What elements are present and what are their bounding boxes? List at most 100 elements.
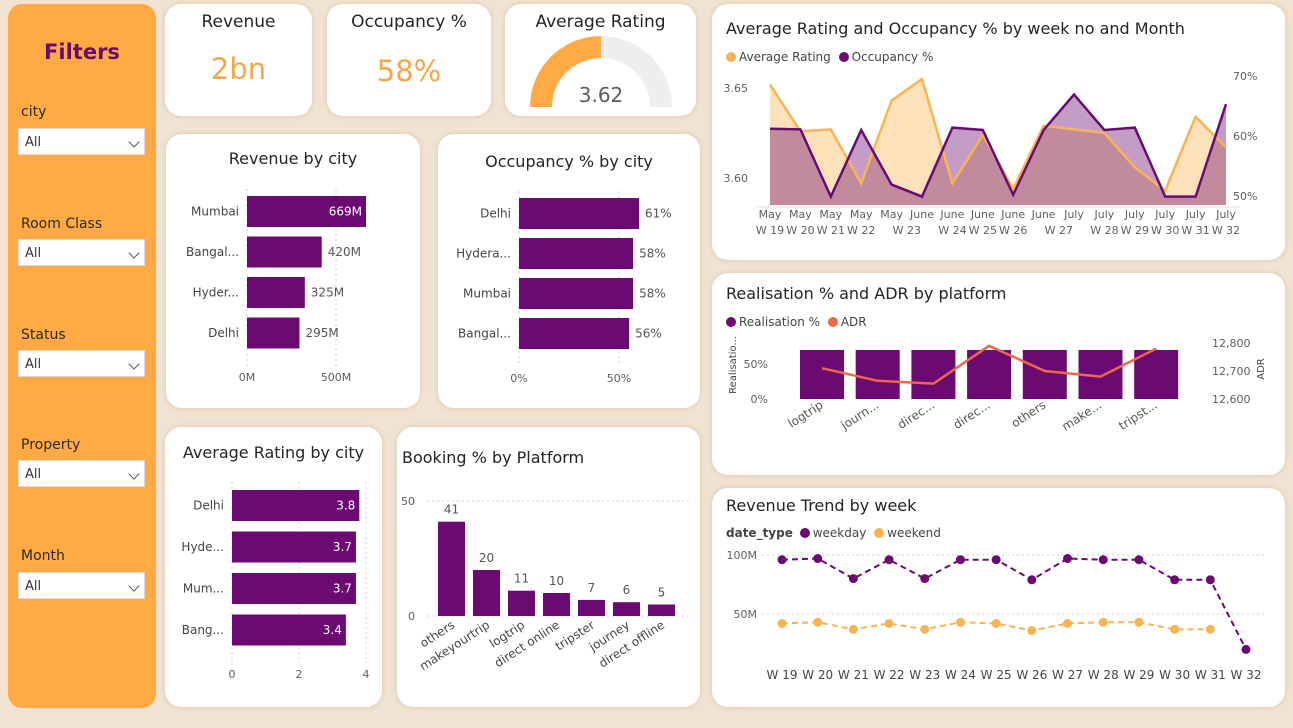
rating-by-city-card: Average Rating by city 0 2 4 Delhi 3.8 Hyde..… [165, 427, 382, 707]
category-label: logtrip [785, 398, 825, 431]
filter-value-property: All [25, 467, 42, 482]
x-tick-label: W 20 [802, 668, 833, 682]
weekend-point [884, 618, 894, 628]
booking-by-platform-card: Booking % by Platform 0 50 41 others 20 makey… [397, 427, 700, 707]
data-label: 7 [588, 581, 596, 595]
x-week-label: W 23 [893, 224, 921, 237]
filter-select-status[interactable]: All [18, 350, 145, 377]
x-month-label: July [1185, 208, 1206, 221]
y-left-tick-label: 3.60 [724, 172, 749, 185]
bar-delhi [247, 317, 300, 349]
weekday-point [777, 555, 787, 565]
x-tick-label: W 22 [874, 668, 905, 682]
weekend-point [813, 617, 823, 627]
x-tick-label: 50% [607, 372, 631, 385]
x-month-label: July [1124, 208, 1145, 221]
y-tick-label: 100M [727, 549, 758, 562]
bar-direct-offline [648, 604, 675, 616]
x-month-label: July [1063, 208, 1084, 221]
x-month-label: June [1000, 208, 1025, 221]
y-left-tick-label: 50% [744, 358, 768, 371]
x-month-label: May [850, 208, 873, 221]
revenue-trend-chart: 50M 100M W 19 W 20 W 21 W 22 W 23 W 24 W 25 W 26 W… [727, 549, 1264, 682]
weekend-point [777, 618, 787, 628]
data-label: 10 [549, 574, 564, 588]
realisation-adr-card: Realisation % and ADR by platform Realis… [712, 273, 1285, 475]
data-label: 6 [623, 583, 631, 597]
x-week-label: W 28 [1090, 224, 1118, 237]
kpi-occupancy-card: Occupancy % 58% [327, 4, 491, 116]
weekend-point [920, 624, 930, 634]
x-tick-label: W 28 [1088, 668, 1119, 682]
occupancy-by-city-chart: 0% 50% Delhi 61% Hydera... 58% Mumbai 58% Bangal… [456, 191, 672, 385]
data-label: 669M [329, 205, 362, 219]
category-label: Hyder... [193, 286, 239, 300]
data-label: 11 [514, 572, 529, 586]
y-left-tick-label: 0% [751, 393, 768, 406]
x-tick-label: 500M [321, 371, 352, 384]
chevron-down-icon [128, 468, 140, 480]
weekday-point [1063, 554, 1073, 564]
bar-hyder [247, 277, 305, 308]
filter-select-room-class[interactable]: All [18, 239, 145, 266]
category-label: Mum... [183, 582, 224, 596]
x-tick-label: W 32 [1231, 668, 1262, 682]
data-label: 58% [639, 247, 666, 261]
weekend-point [1170, 624, 1180, 634]
weekday-point [884, 555, 894, 565]
revenue-by-city-chart: 0M 500M Mumbai 669M Bangal... 420M Hyder... 325… [186, 189, 366, 384]
y-right-tick-label: 12,800 [1212, 337, 1251, 350]
weekday-line [781, 557, 1247, 650]
filter-label-room-class: Room Class [21, 216, 103, 232]
bar-logtrip-0 [800, 350, 844, 399]
x-week-label: W 27 [1045, 224, 1073, 237]
chevron-down-icon [128, 580, 140, 592]
bar-hydera [519, 238, 634, 269]
weekend-point [1134, 617, 1144, 627]
data-label: 58% [639, 287, 666, 301]
filter-label-property: Property [21, 437, 81, 453]
data-label: 56% [635, 327, 662, 341]
filter-select-city[interactable]: All [18, 128, 145, 155]
category-label: Delhi [208, 326, 239, 340]
filter-select-property[interactable]: All [18, 460, 145, 487]
kpi-occupancy-title: Occupancy % [351, 12, 467, 32]
y-tick-label: 50 [401, 495, 415, 508]
x-month-label: June [970, 208, 995, 221]
bar-mumbai [519, 278, 634, 309]
y-tick-label: 50M [734, 608, 758, 621]
data-label: 41 [444, 503, 459, 517]
y-right-axis-title: ADR [1256, 358, 1267, 380]
filter-label-month: Month [21, 548, 65, 564]
rating-gauge: 3.62 [530, 36, 672, 108]
bar-makeyourtrip [473, 570, 500, 616]
kpi-revenue-value: 2bn [210, 52, 267, 86]
kpi-rating-card: Average Rating 3.62 [505, 4, 696, 116]
x-tick-label: W 27 [1052, 668, 1083, 682]
kpi-revenue-card: Revenue 2bn [165, 4, 312, 116]
weekend-point [1098, 617, 1108, 627]
x-tick-label: W 19 [767, 668, 798, 682]
weekday-point [955, 555, 965, 565]
weekday-point [1241, 644, 1251, 654]
x-month-label: June [939, 208, 964, 221]
filter-select-month[interactable]: All [18, 572, 145, 599]
y-right-tick-label: 12,700 [1212, 365, 1251, 378]
x-week-label: W 30 [1151, 224, 1179, 237]
realisation-adr-chart: Realisatio... ADR 0% 50% 12,600 12,700 12,800 l… [728, 336, 1267, 434]
bar-bangal [519, 318, 630, 349]
x-tick-label: 0% [510, 372, 527, 385]
x-tick-label: 4 [363, 668, 370, 681]
x-tick-label: W 21 [838, 668, 869, 682]
bar-delhi [519, 198, 639, 229]
booking-by-platform-chart: 05041others20makeyourtrip11logtrip10dire… [401, 495, 692, 673]
x-month-label: May [880, 208, 903, 221]
y-right-tick-label: 50% [1233, 190, 1257, 203]
x-tick-label: W 26 [1016, 668, 1047, 682]
y-right-tick-label: 70% [1233, 70, 1257, 83]
y-left-axis-title: Realisatio... [728, 336, 739, 394]
weekday-point [920, 574, 930, 584]
x-week-label: W 19 [756, 224, 784, 237]
category-label: Mumbai [463, 287, 511, 301]
kpi-occupancy-value: 58% [376, 54, 442, 88]
